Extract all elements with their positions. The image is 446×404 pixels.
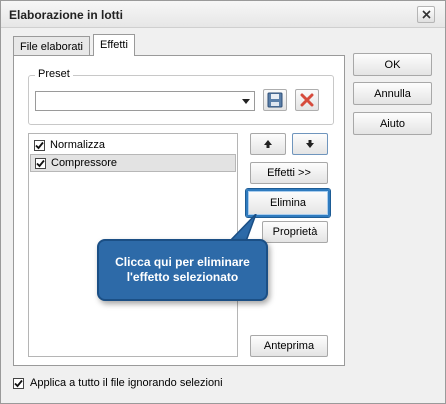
checkmark-icon xyxy=(35,141,44,149)
help-button[interactable]: Aiuto xyxy=(353,112,432,135)
close-icon xyxy=(421,10,431,19)
tab-label: Effetti xyxy=(100,39,128,51)
apply-all-checkbox[interactable] xyxy=(13,377,24,389)
delete-effect-button[interactable]: Elimina xyxy=(246,189,330,217)
ok-label: OK xyxy=(384,58,401,71)
save-preset-button[interactable] xyxy=(263,89,287,111)
batch-processing-dialog: Elaborazione in lotti File elaborati Eff… xyxy=(0,0,446,404)
title-bar: Elaborazione in lotti xyxy=(1,1,445,28)
ok-button[interactable]: OK xyxy=(353,53,432,76)
effect-checkbox[interactable] xyxy=(34,139,45,151)
checkmark-icon xyxy=(36,159,45,167)
apply-all-option[interactable]: Applica a tutto il file ignorando selezi… xyxy=(13,377,223,389)
effect-checkbox[interactable] xyxy=(35,157,46,169)
tab-label: File elaborati xyxy=(20,41,83,53)
move-up-button[interactable] xyxy=(250,133,286,155)
preview-button[interactable]: Anteprima xyxy=(250,335,328,357)
cancel-label: Annulla xyxy=(374,87,411,100)
properties-button[interactable]: Proprietà xyxy=(262,221,328,243)
delete-effect-label: Elimina xyxy=(269,197,307,209)
list-item-normalizza[interactable]: Normalizza xyxy=(30,136,236,154)
preset-group: Preset xyxy=(28,68,334,125)
red-x-icon xyxy=(300,93,314,107)
preset-dropdown[interactable] xyxy=(35,91,255,111)
arrow-up-icon xyxy=(264,140,272,148)
delete-preset-button[interactable] xyxy=(295,89,319,111)
tab-effetti[interactable]: Effetti xyxy=(93,34,135,56)
preview-label: Anteprima xyxy=(263,340,315,352)
arrow-down-icon xyxy=(306,140,314,148)
properties-label: Proprietà xyxy=(272,226,318,238)
window-title: Elaborazione in lotti xyxy=(9,8,124,22)
effects-menu-button[interactable]: Effetti >> xyxy=(250,162,328,184)
preset-group-label: Preset xyxy=(35,68,73,80)
effects-tab-panel: Preset Normalizza Compressore Effetti >>… xyxy=(13,55,345,366)
list-item-compressore[interactable]: Compressore xyxy=(30,154,236,172)
help-label: Aiuto xyxy=(379,117,406,130)
effect-label: Compressore xyxy=(51,157,118,169)
close-button[interactable] xyxy=(417,6,435,23)
tab-file-elaborati[interactable]: File elaborati xyxy=(13,36,90,56)
effects-menu-label: Effetti >> xyxy=(267,167,311,179)
cancel-button[interactable]: Annulla xyxy=(353,82,432,105)
floppy-disk-icon xyxy=(267,92,283,108)
chevron-down-icon xyxy=(240,95,252,107)
tooltip-callout: Clicca qui per eliminare l'effetto selez… xyxy=(97,239,268,301)
apply-all-label: Applica a tutto il file ignorando selezi… xyxy=(30,377,223,389)
move-down-button[interactable] xyxy=(292,133,328,155)
checkmark-icon xyxy=(14,379,23,387)
effect-label: Normalizza xyxy=(50,139,106,151)
